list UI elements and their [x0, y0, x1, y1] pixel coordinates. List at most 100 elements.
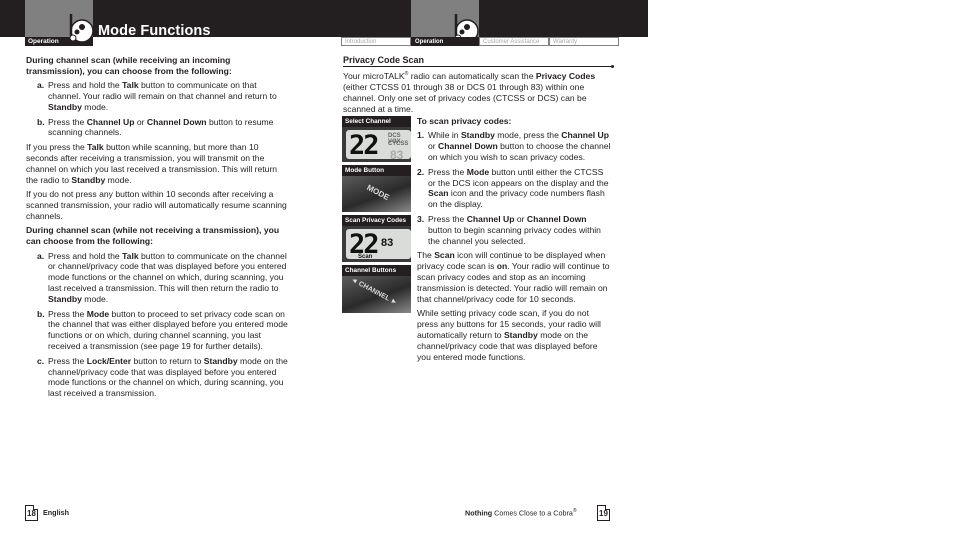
- lcd-display: 22 83 Scan: [346, 229, 411, 260]
- list-item-text: While in Standby mode, press the Channel…: [428, 130, 612, 163]
- list-item: a. Press and hold the Talk button to comm…: [37, 251, 288, 306]
- section-title-text: Privacy Code Scan: [343, 55, 425, 65]
- tab-customer-assistance[interactable]: Customer Assistance: [479, 37, 549, 46]
- list-item-text: Press the Channel Up or Channel Down but…: [428, 214, 612, 247]
- photo-select-channel: Select Channel 22 DCS VOX CTCSS 83: [342, 116, 411, 162]
- list-marker: 3.: [417, 213, 425, 224]
- text-run: Press and hold the: [48, 80, 123, 91]
- emphasis: Mode: [466, 166, 490, 177]
- photo-mode-button: Mode Button MODE: [342, 165, 411, 212]
- page-title: Mode Functions: [98, 23, 211, 39]
- emphasis: Channel Down: [438, 141, 498, 152]
- list-item: a. Press and hold the Talk button to comm…: [37, 80, 288, 113]
- text-run: or: [514, 213, 527, 224]
- steps-list: 1. While in Standby mode, press the Chann…: [417, 130, 612, 246]
- emphasis: Scan: [434, 249, 455, 260]
- paragraph-timeout: While setting privacy code scan, if you …: [417, 308, 612, 363]
- footer-language: English: [43, 508, 69, 517]
- list-marker: c.: [37, 355, 45, 366]
- emphasis: Talk: [122, 80, 139, 91]
- text-run: The: [417, 249, 435, 260]
- text-run: If you press the: [26, 141, 88, 152]
- lcd-display: 22 DCS VOX CTCSS 83: [346, 130, 411, 162]
- emphasis: Talk: [122, 250, 139, 261]
- emphasis: Channel Up: [86, 116, 135, 127]
- tab-introduction[interactable]: Introduction: [341, 37, 411, 46]
- emphasis: Standby: [71, 174, 106, 185]
- mode-button-photo: MODE: [342, 176, 411, 212]
- text-run: button to begin scanning privacy codes w…: [428, 224, 601, 246]
- registered-mark: ®: [572, 508, 577, 514]
- emphasis: Standby: [503, 329, 538, 340]
- text-run: icon and the privacy code numbers flash …: [428, 188, 605, 210]
- emphasis: Channel Up: [561, 130, 610, 141]
- list-item-text: Press the Mode button to proceed to set …: [48, 309, 288, 353]
- cobra-logo-icon: [69, 14, 94, 43]
- emphasis: Channel Down: [526, 213, 587, 224]
- title-rule-dot: [611, 65, 614, 68]
- list-item: 2. Press the Mode button until either the…: [417, 167, 612, 211]
- list-marker: a.: [37, 80, 45, 91]
- intro-paragraph: Your microTALK® radio can automatically …: [343, 69, 608, 118]
- mode-button-text: MODE: [365, 182, 391, 203]
- emphasis: Standby: [48, 102, 82, 113]
- emphasis: Standby: [48, 294, 82, 305]
- text-run: radio can automatically scan the: [408, 70, 536, 81]
- text-run: While in: [428, 130, 461, 141]
- list-marker: b.: [37, 116, 45, 127]
- emphasis: Standby: [460, 130, 495, 141]
- list-item-text: Press and hold the Talk button to commun…: [48, 251, 288, 306]
- slogan-bold: Nothing: [465, 508, 493, 518]
- lcd-channel: 22: [349, 130, 379, 161]
- paragraph-talk-scan: If you press the Talk button while scann…: [26, 142, 288, 186]
- list-item-text: Press the Channel Up or Channel Down but…: [48, 117, 288, 139]
- list-item-text: Press the Mode button until either the C…: [428, 167, 612, 211]
- text-run: or: [428, 141, 439, 152]
- text-run: Your microTALK: [343, 70, 405, 81]
- list-item-text: Press and hold the Talk button to commun…: [48, 80, 288, 113]
- list-receiving: a. Press and hold the Talk button to comm…: [26, 80, 288, 138]
- photo-scan-privacy-codes: Scan Privacy Codes 22 83 Scan: [342, 215, 411, 262]
- intro-text: Your microTALK® radio can automatically …: [343, 69, 608, 114]
- photo-caption: Mode Button: [342, 165, 411, 176]
- lcd-code: 83: [381, 237, 394, 249]
- text-run: or: [134, 116, 147, 127]
- paragraph-auto-resume: If you do not press any button within 10…: [26, 188, 287, 221]
- photo-channel-buttons: Channel Buttons ◄ CHANNEL ►: [342, 265, 411, 313]
- tab-warranty[interactable]: Warranty: [549, 37, 619, 46]
- page-number-right: 19: [597, 505, 610, 521]
- text-run: Press the: [428, 213, 467, 224]
- emphasis: Lock/Enter: [86, 355, 132, 366]
- text-run: Press the: [428, 166, 467, 177]
- photo-caption: Channel Buttons: [342, 265, 411, 276]
- photo-caption: Select Channel: [342, 116, 411, 127]
- list-item: c. Press the Lock/Enter button to return …: [37, 356, 288, 400]
- lcd-label: CTCSS: [388, 141, 409, 147]
- right-page-steps: To scan privacy codes: 1. While in Standb…: [417, 116, 612, 366]
- emphasis: Talk: [87, 141, 104, 152]
- emphasis: Channel Down: [146, 116, 207, 127]
- list-item: b. Press the Mode button to proceed to se…: [37, 309, 288, 353]
- lcd-code: 83: [390, 148, 404, 162]
- heading-receiving: During channel scan (while receiving an …: [26, 55, 232, 76]
- page-number-left: 18: [25, 505, 38, 521]
- emphasis: Privacy Codes: [535, 70, 596, 81]
- text-run: Press and hold the: [48, 250, 123, 261]
- list-marker: 2.: [417, 166, 425, 177]
- section-tabs: Introduction Operation Customer Assistan…: [341, 37, 619, 46]
- footer-slogan: Nothing Comes Close to a Cobra®: [465, 508, 577, 517]
- section-title: Privacy Code Scan: [343, 55, 614, 68]
- list-item: b. Press the Channel Up or Channel Down b…: [37, 117, 288, 139]
- text-run: mode.: [81, 294, 109, 305]
- list-marker: 1.: [417, 130, 425, 141]
- list-marker: b.: [37, 308, 45, 319]
- lcd-scan-label: Scan: [358, 254, 373, 260]
- emphasis: on: [496, 260, 508, 271]
- text-run: Press the: [48, 355, 87, 366]
- list-marker: a.: [37, 250, 45, 261]
- text-run: Press the: [48, 308, 87, 319]
- left-page-body: During channel scan (while receiving an …: [26, 55, 288, 403]
- tab-operation[interactable]: Operation: [411, 37, 479, 46]
- slogan-text: Comes Close to a Cobra: [492, 508, 573, 518]
- channel-button-text: ◄ CHANNEL ►: [349, 276, 399, 307]
